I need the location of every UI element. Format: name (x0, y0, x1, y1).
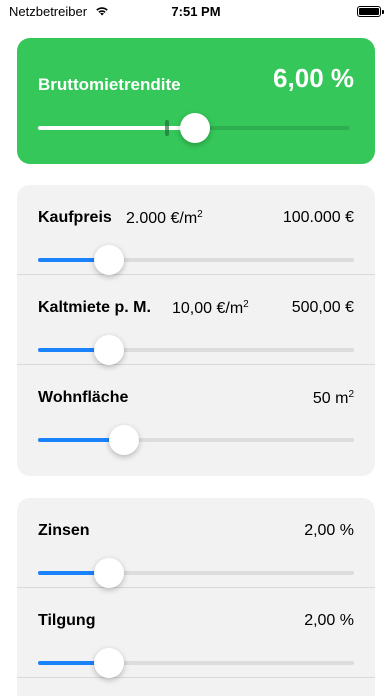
financing-card: Zinsen 2,00 % Tilgung 2,00 % (17, 498, 375, 696)
interest-slider-thumb[interactable] (94, 558, 124, 588)
interest-value: 2,00 % (304, 522, 354, 539)
living-area-row: Wohnfläche 50 m2 (17, 365, 375, 455)
repayment-value: 2,00 % (304, 612, 354, 629)
interest-slider[interactable] (38, 571, 354, 575)
property-card: Kaufpreis 2.000 €/m2 100.000 € Kaltmiete… (17, 185, 375, 476)
living-area-value: 50 m2 (312, 389, 354, 407)
purchase-price-row: Kaufpreis 2.000 €/m2 100.000 € (17, 185, 375, 275)
purchase-price-slider-thumb[interactable] (94, 245, 124, 275)
gross-yield-slider-marker (165, 120, 169, 136)
cold-rent-label: Kaltmiete p. M. (38, 299, 151, 316)
purchase-price-slider[interactable] (38, 258, 354, 262)
cold-rent-value: 500,00 € (291, 299, 354, 316)
clock: 7:51 PM (171, 4, 221, 19)
screen: Netzbetreiber 7:51 PM Bruttomietrendite … (0, 0, 392, 696)
status-bar: Netzbetreiber 7:51 PM (0, 0, 392, 24)
living-area-label: Wohnfläche (38, 389, 129, 406)
gross-yield-label: Bruttomietrendite (38, 75, 181, 94)
interest-row: Zinsen 2,00 % (17, 498, 375, 588)
gross-yield-slider-track[interactable] (193, 126, 349, 130)
cold-rent-slider[interactable] (38, 348, 354, 352)
gross-yield-slider-thumb[interactable] (180, 113, 210, 143)
price-per-sqm-value: 2.000 €/m2 (126, 209, 203, 227)
living-area-slider[interactable] (38, 438, 354, 442)
repayment-row: Tilgung 2,00 % (17, 588, 375, 678)
cold-rent-slider-thumb[interactable] (94, 335, 124, 365)
repayment-slider[interactable] (38, 661, 354, 665)
cold-rent-row: Kaltmiete p. M. 10,00 €/m2 500,00 € (17, 275, 375, 365)
gross-yield-slider-filled (38, 126, 193, 130)
gross-yield-card: Bruttomietrendite 6,00 % (17, 38, 375, 164)
battery-icon (357, 6, 384, 17)
purchase-price-label: Kaufpreis (38, 209, 112, 226)
interest-label: Zinsen (38, 522, 90, 539)
repayment-slider-thumb[interactable] (94, 648, 124, 678)
purchase-price-value: 100.000 € (282, 209, 354, 226)
living-area-slider-thumb[interactable] (109, 425, 139, 455)
gross-yield-value: 6,00 % (273, 63, 354, 93)
rent-per-sqm-value: 10,00 €/m2 (172, 299, 249, 317)
repayment-label: Tilgung (38, 612, 96, 629)
